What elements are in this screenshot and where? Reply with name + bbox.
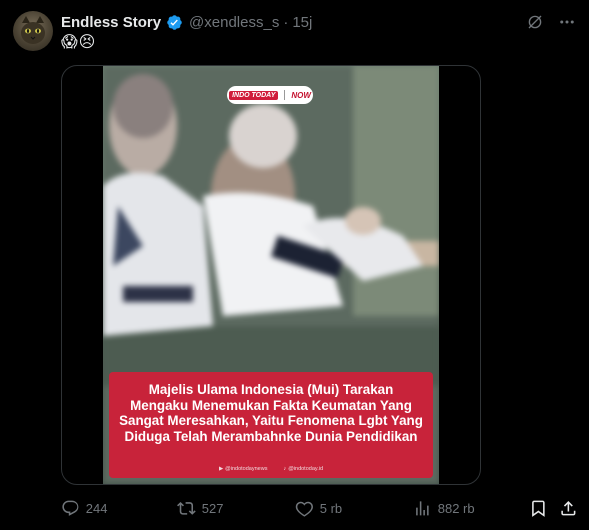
tiktok-handle: @indotoday.id <box>288 466 324 472</box>
reply-icon <box>62 500 79 516</box>
share-button[interactable] <box>559 497 578 519</box>
retweet-count: 527 <box>201 500 224 516</box>
youtube-icon: ▶ <box>218 466 224 472</box>
reply-button[interactable]: 244 <box>61 497 107 519</box>
retweet-button[interactable]: 527 <box>177 497 223 519</box>
caption-text: Majelis Ulama Indonesia (Mui) Tarakan Me… <box>119 382 423 444</box>
logo-right: NOW <box>291 90 311 100</box>
separator-dot: · <box>283 13 289 31</box>
timestamp[interactable]: 15j <box>292 14 312 31</box>
grok-icon[interactable] <box>525 12 545 32</box>
caption-box: Majelis Ulama Indonesia (Mui) Tarakan Me… <box>109 372 433 478</box>
tweet-text: 😱😣 <box>61 34 97 51</box>
views-button[interactable]: 882 rb <box>413 497 475 519</box>
tiktok-icon: ♪ <box>283 466 287 472</box>
media-card[interactable]: INDO TODAY NOW Majelis Ulama Indonesia (… <box>61 65 481 485</box>
like-button[interactable]: 5 rb <box>295 497 342 519</box>
video-thumbnail[interactable]: INDO TODAY NOW Majelis Ulama Indonesia (… <box>103 66 439 484</box>
avatar[interactable] <box>13 11 53 51</box>
heart-icon <box>295 501 313 517</box>
logo-left: INDO TODAY <box>229 90 279 100</box>
youtube-handle: @indotodaynews <box>225 466 268 472</box>
verified-badge-icon <box>166 14 183 31</box>
bookmark-icon <box>532 500 545 517</box>
more-icon[interactable] <box>557 12 577 32</box>
views-icon <box>416 500 429 516</box>
retweet-icon <box>177 501 196 515</box>
share-icon <box>561 500 576 516</box>
action-bar: 244 527 5 rb 882 rb <box>61 497 581 519</box>
caption-footer: ▶ @indotodaynews ♪ @indotoday.id <box>109 466 433 472</box>
reply-count: 244 <box>85 500 108 516</box>
handle[interactable]: @xendless_s <box>189 14 279 31</box>
views-count: 882 rb <box>437 500 475 516</box>
bookmark-button[interactable] <box>529 497 548 519</box>
like-count: 5 rb <box>319 500 343 516</box>
tweet-header: Endless Story @xendless_s · 15j <box>61 12 312 32</box>
news-logo: INDO TODAY NOW <box>227 86 313 104</box>
display-name[interactable]: Endless Story <box>61 14 161 31</box>
